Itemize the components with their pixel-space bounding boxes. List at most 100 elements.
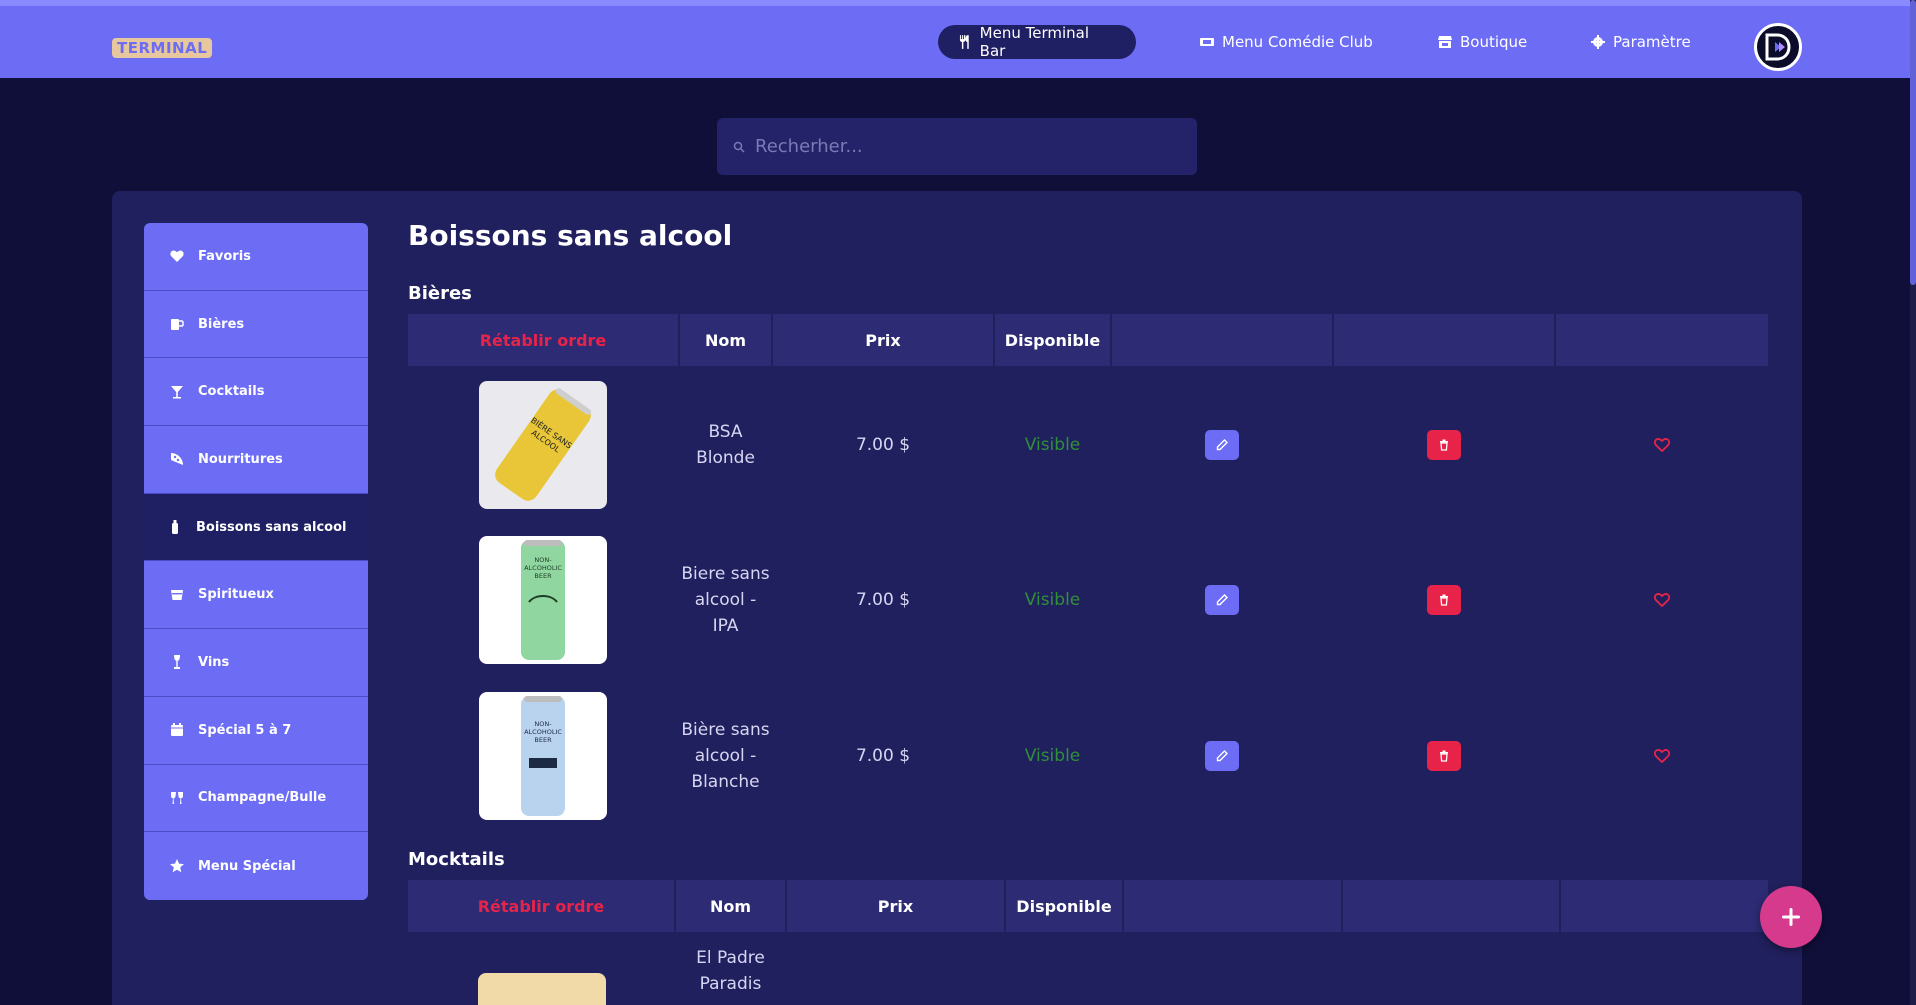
status-badge[interactable]: Visible <box>995 678 1110 833</box>
reset-order-button[interactable]: Rétablir ordre <box>408 880 674 932</box>
green-can-image: NON- ALCOHOLIC BEER <box>521 539 565 660</box>
brand-logo[interactable]: TERMINAL <box>112 38 213 58</box>
edit-button[interactable] <box>1205 584 1239 615</box>
sidebar-item-spiritueux[interactable]: Spiritueux <box>144 561 368 630</box>
nav-label: Boutique <box>1460 33 1528 51</box>
add-item-button[interactable] <box>1760 886 1822 948</box>
nav-boutique[interactable]: Boutique <box>1418 25 1547 59</box>
category-sidebar: Favoris Bières Cocktails Nourritures Boi… <box>144 223 368 900</box>
product-image[interactable]: NON- ALCOHOLIC BEER <box>479 535 607 664</box>
sidebar-item-label: Boissons sans alcool <box>196 519 347 535</box>
edit-cell <box>1112 367 1332 522</box>
section-title-mocktails: Mocktails <box>408 849 505 870</box>
column-header-edit <box>1124 880 1341 932</box>
user-avatar[interactable] <box>1754 23 1802 71</box>
column-header-price: Prix <box>787 880 1004 932</box>
section-title-bieres: Bières <box>408 283 472 304</box>
sidebar-item-menu-special[interactable]: Menu Spécial <box>144 832 368 900</box>
pencil-icon <box>1216 438 1228 450</box>
trash-icon <box>1440 439 1448 451</box>
sidebar-item-label: Bières <box>198 316 245 332</box>
table-row: BIÈRE SANS ALCOOL BSA Blonde 7.00 $ Visi… <box>408 367 1768 522</box>
wine-glass-icon <box>174 655 180 670</box>
sidebar-item-label: Vins <box>198 654 230 670</box>
product-name: El Padre Paradis <box>696 948 765 994</box>
table-header-bieres: Rétablir ordre Nom Prix Disponible <box>408 314 1768 366</box>
sidebar-item-vins[interactable]: Vins <box>144 629 368 697</box>
column-header-favorite <box>1556 314 1768 366</box>
product-image-cell: BIÈRE SANS ALCOOL <box>408 367 678 522</box>
calendar-icon <box>171 723 183 737</box>
column-header-favorite <box>1561 880 1768 932</box>
status-badge[interactable]: Visible <box>995 522 1110 677</box>
column-header-available: Disponible <box>995 314 1110 366</box>
edit-button[interactable] <box>1205 740 1239 771</box>
heart-outline-icon[interactable] <box>1654 437 1670 452</box>
favorite-cell <box>1556 678 1768 833</box>
svg-text:BEER: BEER <box>534 572 552 580</box>
search-input[interactable] <box>755 136 1175 157</box>
page-title: Boissons sans alcool <box>408 219 733 252</box>
sidebar-item-label: Champagne/Bulle <box>198 790 327 806</box>
sidebar-item-cocktails[interactable]: Cocktails <box>144 358 368 427</box>
table-header-mocktails: Rétablir ordre Nom Prix Disponible <box>408 880 1768 932</box>
product-image[interactable] <box>478 973 606 1005</box>
reset-order-button[interactable]: Rétablir ordre <box>408 314 678 366</box>
nav-label: Paramètre <box>1613 33 1691 51</box>
svg-text:NON-: NON- <box>534 720 552 728</box>
sidebar-item-label: Nourritures <box>198 451 283 467</box>
table-row: NON- ALCOHOLIC BEER Biere sans alcool - … <box>408 522 1768 677</box>
gear-icon <box>1591 35 1605 49</box>
top-navbar: TERMINAL Menu Terminal Bar Menu Comédie … <box>0 0 1916 78</box>
glass-icon <box>171 589 183 600</box>
delete-cell <box>1334 678 1554 833</box>
product-image[interactable]: NON- ALCOHOLIC BEER <box>479 691 607 820</box>
avatar-logo-icon <box>1765 33 1791 61</box>
svg-text:NON-: NON- <box>534 556 552 564</box>
nav-parametre[interactable]: Paramètre <box>1571 25 1711 59</box>
bottle-icon <box>172 520 178 535</box>
product-price: 7.00 $ <box>855 745 911 766</box>
delete-cell <box>1334 367 1554 522</box>
nav-menu-comedie-club[interactable]: Menu Comédie Club <box>1180 25 1393 59</box>
pizza-icon <box>171 453 183 466</box>
delete-button[interactable] <box>1427 740 1461 771</box>
search-icon <box>733 141 745 153</box>
heart-outline-icon[interactable] <box>1654 748 1670 763</box>
delete-button[interactable] <box>1427 429 1461 460</box>
product-image-cell: NON- ALCOHOLIC BEER <box>408 678 678 833</box>
sidebar-item-label: Favoris <box>198 248 251 264</box>
delete-button[interactable] <box>1427 584 1461 615</box>
beer-mug-icon <box>171 319 184 331</box>
blue-can-image: NON- ALCOHOLIC BEER <box>521 695 565 816</box>
column-header-delete <box>1334 314 1554 366</box>
nav-menu-terminal-bar[interactable]: Menu Terminal Bar <box>938 24 1136 60</box>
scrollbar-thumb[interactable] <box>1910 0 1916 285</box>
sidebar-item-special-5-a-7[interactable]: Spécial 5 à 7 <box>144 696 368 765</box>
yellow-can-image: BIÈRE SANS ALCOOL <box>495 387 592 501</box>
product-image[interactable]: BIÈRE SANS ALCOOL <box>479 380 607 509</box>
product-price: 7.00 $ <box>855 589 911 610</box>
product-price: 7.00 $ <box>855 434 911 455</box>
sidebar-item-favoris[interactable]: Favoris <box>144 223 368 291</box>
edit-button[interactable] <box>1205 429 1239 460</box>
status-badge[interactable]: Visible <box>995 367 1110 522</box>
svg-text:BEER: BEER <box>534 736 552 744</box>
delete-cell <box>1334 522 1554 677</box>
trash-icon <box>1440 594 1448 606</box>
edit-cell <box>1112 678 1332 833</box>
column-header-delete <box>1343 880 1559 932</box>
heart-outline-icon[interactable] <box>1654 592 1670 607</box>
favorite-cell <box>1556 522 1768 677</box>
svg-text:ALCOHOLIC: ALCOHOLIC <box>524 728 562 736</box>
sidebar-item-nourritures[interactable]: Nourritures <box>144 426 368 494</box>
sidebar-item-champagne-bulle[interactable]: Champagne/Bulle <box>144 764 368 833</box>
column-header-available: Disponible <box>1006 880 1122 932</box>
svg-text:ALCOHOLIC: ALCOHOLIC <box>524 564 562 572</box>
sidebar-item-label: Cocktails <box>198 384 265 400</box>
sidebar-item-bieres[interactable]: Bières <box>144 290 368 359</box>
favorite-cell <box>1556 367 1768 522</box>
sidebar-item-boissons-sans-alcool[interactable]: Boissons sans alcool <box>144 493 368 562</box>
page-scrollbar[interactable] <box>1910 0 1916 1005</box>
product-name: Bière sans alcool - Blanche <box>681 719 770 792</box>
